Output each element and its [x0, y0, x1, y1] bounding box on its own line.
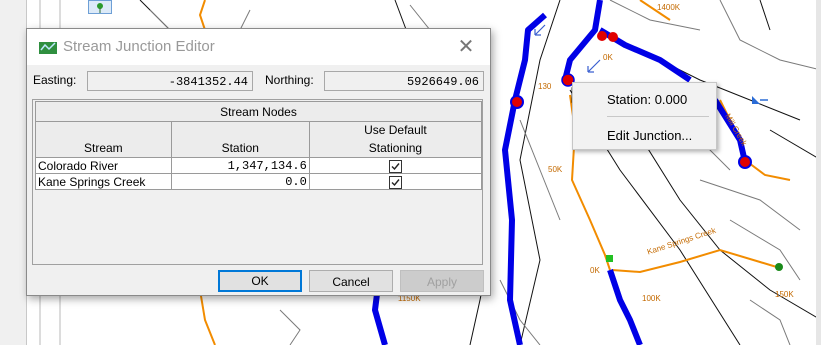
apply-button[interactable]: Apply [400, 270, 484, 292]
cell-stream: Colorado River [35, 157, 172, 174]
cancel-button[interactable]: Cancel [309, 270, 393, 292]
junction-node [597, 31, 607, 41]
stream-junction-editor-dialog: Stream Junction Editor ✕ Easting: -38413… [26, 28, 491, 296]
creek-start-node [606, 255, 613, 262]
map-tool-icon [752, 96, 768, 104]
dialog-title: Stream Junction Editor [63, 38, 215, 55]
ok-button[interactable]: OK [218, 270, 302, 292]
cell-use-default [308, 173, 483, 190]
column-header-station[interactable]: Station [170, 121, 310, 158]
northing-field[interactable]: 5926649.06 [324, 71, 484, 91]
column-header-use-default[interactable]: Use Default Stationing [308, 121, 483, 158]
menu-separator [607, 116, 709, 117]
close-button[interactable]: ✕ [451, 34, 481, 60]
cell-station[interactable]: 1,347,134.6 [170, 157, 310, 174]
junction-node [510, 95, 524, 109]
map-label-1400k: 1400K [657, 3, 681, 12]
map-label-130: 130 [538, 82, 552, 91]
map-label-0k-top: 0K [603, 53, 613, 62]
stream-junction-app-icon [39, 42, 57, 54]
junction-node [608, 32, 618, 42]
easting-label: Easting: [33, 73, 77, 87]
table-row[interactable]: Kane Springs Creek 0.0 [35, 173, 483, 190]
use-default-checkbox[interactable] [388, 175, 402, 189]
map-label-0k-mid: 0K [590, 266, 600, 275]
close-icon: ✕ [457, 36, 475, 58]
menu-item-edit-junction[interactable]: Edit Junction... [607, 128, 692, 143]
use-default-checkbox[interactable] [388, 159, 402, 173]
menu-item-station[interactable]: Station: 0.000 [607, 92, 687, 107]
dialog-titlebar[interactable]: Stream Junction Editor ✕ [27, 29, 490, 65]
stream-nodes-grid: Stream Nodes Stream Station Use Default … [32, 99, 483, 265]
left-dock-panel [0, 0, 27, 345]
creek-end-node [775, 263, 783, 271]
junction-context-menu: Station: 0.000 Edit Junction... [572, 82, 717, 150]
northing-label: Northing: [265, 73, 314, 87]
pin-tool-button[interactable] [88, 0, 112, 14]
cell-station[interactable]: 0.0 [170, 173, 310, 190]
map-label-100k: 100K [642, 294, 661, 303]
easting-field[interactable]: -3841352.44 [87, 71, 253, 91]
check-icon [391, 178, 400, 186]
junction-node [738, 155, 752, 169]
map-label-50k: 50K [548, 165, 563, 174]
check-icon [391, 162, 400, 170]
stream-nodes-header: Stream Nodes [35, 101, 482, 122]
table-row[interactable]: Colorado River 1,347,134.6 [35, 157, 483, 174]
cell-stream: Kane Springs Creek [35, 173, 172, 190]
pin-icon [97, 3, 103, 13]
map-label-150k: 150K [775, 290, 794, 299]
cell-use-default [308, 157, 483, 174]
column-header-stream[interactable]: Stream [35, 121, 172, 158]
